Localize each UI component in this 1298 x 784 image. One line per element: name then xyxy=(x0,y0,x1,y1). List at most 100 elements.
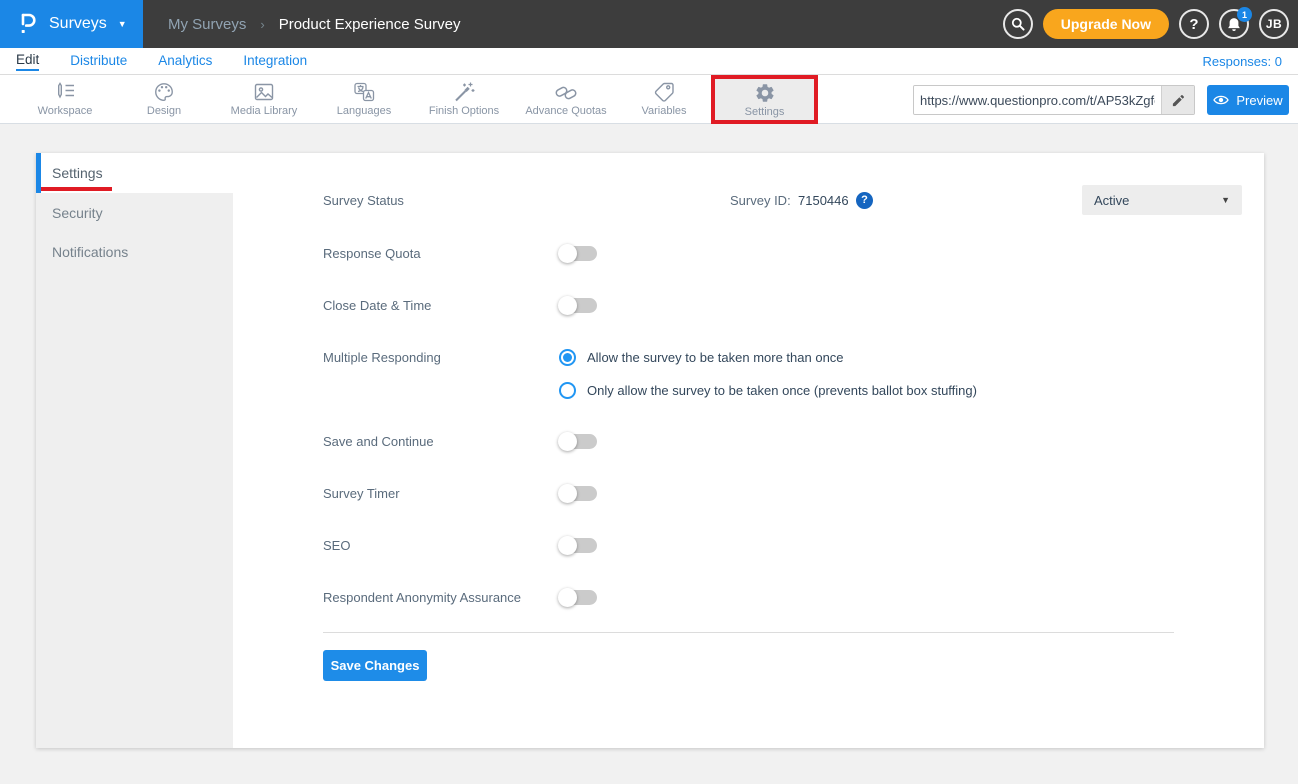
seo-label: SEO xyxy=(323,538,559,553)
sidebar-item-label: Settings xyxy=(52,165,103,181)
survey-timer-row: Survey Timer xyxy=(36,478,1264,508)
anonymity-toggle[interactable] xyxy=(559,590,597,605)
close-date-label: Close Date & Time xyxy=(323,298,559,313)
anonymity-label: Respondent Anonymity Assurance xyxy=(323,590,559,605)
languages-icon xyxy=(352,81,376,103)
survey-id-label: Survey ID: xyxy=(730,193,791,208)
help-button[interactable]: ? xyxy=(1179,9,1209,39)
chevron-down-icon: ▼ xyxy=(1221,195,1230,205)
anonymity-row: Respondent Anonymity Assurance xyxy=(36,582,1264,612)
toolbar-item-variables[interactable]: Variables xyxy=(616,75,712,123)
toolbar-label: Design xyxy=(147,105,181,117)
chevron-down-icon: ▼ xyxy=(118,19,127,29)
tab-edit[interactable]: Edit xyxy=(16,52,39,71)
toolbar-label: Settings xyxy=(745,106,785,118)
preview-label: Preview xyxy=(1236,93,1282,108)
toggle-knob xyxy=(558,484,577,503)
product-switcher[interactable]: Surveys ▼ xyxy=(0,0,143,48)
page-title: Product Experience Survey xyxy=(279,16,461,33)
form-divider xyxy=(323,632,1174,633)
media-library-icon xyxy=(252,81,276,103)
toolbar-item-media-library[interactable]: Media Library xyxy=(216,75,312,123)
survey-id-value: 7150446 xyxy=(798,193,849,208)
save-changes-button[interactable]: Save Changes xyxy=(323,650,427,681)
advance-quotas-icon xyxy=(554,81,578,103)
tab-analytics[interactable]: Analytics xyxy=(158,53,212,70)
eye-icon xyxy=(1213,94,1229,106)
toolbar-item-languages[interactable]: Languages xyxy=(316,75,412,123)
toggle-knob xyxy=(558,296,577,315)
survey-status-label: Survey Status xyxy=(323,193,559,208)
toolbar-item-settings[interactable]: Settings xyxy=(715,79,814,120)
workspace-icon xyxy=(53,81,77,103)
radio-option-multiple-allowed[interactable]: Allow the survey to be taken more than o… xyxy=(559,342,844,372)
survey-url-input[interactable] xyxy=(914,86,1161,114)
breadcrumb: My Surveys › Product Experience Survey xyxy=(168,16,460,33)
edit-toolbar: Workspace Design Media Library Languages xyxy=(0,75,1298,124)
settings-card: Settings Security Notifications Survey S… xyxy=(36,153,1264,748)
sidebar-list: Security Notifications xyxy=(36,193,233,748)
radio-option-label: Allow the survey to be taken more than o… xyxy=(587,350,844,365)
toolbar-label: Workspace xyxy=(38,105,93,117)
notifications-button[interactable]: 1 xyxy=(1219,9,1249,39)
tab-distribute[interactable]: Distribute xyxy=(70,53,127,70)
search-button[interactable] xyxy=(1003,9,1033,39)
survey-status-select[interactable]: Active ▼ xyxy=(1082,185,1242,215)
tab-integration[interactable]: Integration xyxy=(243,53,307,70)
save-and-continue-row: Save and Continue xyxy=(36,426,1264,456)
breadcrumb-separator: › xyxy=(260,17,264,32)
seo-row: SEO xyxy=(36,530,1264,560)
toggle-knob xyxy=(558,588,577,607)
top-header: Surveys ▼ My Surveys › Product Experienc… xyxy=(0,0,1298,48)
header-actions: Upgrade Now ? 1 JB xyxy=(1003,9,1298,39)
variables-tag-icon xyxy=(652,81,676,103)
survey-url-group xyxy=(913,85,1195,115)
design-palette-icon xyxy=(152,81,176,103)
settings-gear-icon xyxy=(753,82,777,104)
breadcrumb-my-surveys[interactable]: My Surveys xyxy=(168,16,246,33)
toolbar-label: Variables xyxy=(641,105,686,117)
seo-toggle[interactable] xyxy=(559,538,597,553)
response-quota-toggle[interactable] xyxy=(559,246,597,261)
survey-status-row: Survey Status Active ▼ Survey ID: 715044… xyxy=(36,185,1264,215)
close-date-row: Close Date & Time xyxy=(36,290,1264,320)
pencil-icon xyxy=(1171,93,1186,108)
survey-timer-toggle[interactable] xyxy=(559,486,597,501)
toolbar-item-workspace[interactable]: Workspace xyxy=(17,75,113,123)
search-icon xyxy=(1010,16,1026,32)
product-name: Surveys xyxy=(49,15,107,33)
edit-url-button[interactable] xyxy=(1161,86,1194,114)
notification-badge: 1 xyxy=(1237,7,1252,22)
response-quota-label: Response Quota xyxy=(323,246,559,261)
toolbar-label: Media Library xyxy=(231,105,298,117)
survey-timer-label: Survey Timer xyxy=(323,486,559,501)
toggle-knob xyxy=(558,432,577,451)
toolbar-item-design[interactable]: Design xyxy=(116,75,212,123)
radio-option-label: Only allow the survey to be taken once (… xyxy=(587,383,977,398)
responses-count: Responses: 0 xyxy=(1203,54,1283,69)
survey-status-value: Active xyxy=(1094,193,1129,208)
radio-option-once-only[interactable]: Only allow the survey to be taken once (… xyxy=(559,375,977,405)
multiple-responding-label: Multiple Responding xyxy=(323,350,559,365)
main-content: Settings Security Notifications Survey S… xyxy=(0,124,1298,784)
questionpro-logo xyxy=(16,11,40,37)
close-date-toggle[interactable] xyxy=(559,298,597,313)
finish-options-icon xyxy=(452,81,476,103)
save-and-continue-label: Save and Continue xyxy=(323,434,559,449)
response-quota-row: Response Quota xyxy=(36,238,1264,268)
toolbar-label: Advance Quotas xyxy=(525,105,606,117)
settings-highlight-box: Settings xyxy=(711,75,818,124)
toolbar-item-finish-options[interactable]: Finish Options xyxy=(416,75,512,123)
radio-selected-icon xyxy=(559,349,576,366)
survey-nav: Edit Distribute Analytics Integration Re… xyxy=(0,48,1298,75)
preview-button[interactable]: Preview xyxy=(1207,85,1289,115)
toolbar-label: Finish Options xyxy=(429,105,499,117)
survey-id-help-icon[interactable]: ? xyxy=(856,192,873,209)
save-and-continue-toggle[interactable] xyxy=(559,434,597,449)
toggle-knob xyxy=(558,536,577,555)
toolbar-item-advance-quotas[interactable]: Advance Quotas xyxy=(518,75,614,123)
upgrade-now-button[interactable]: Upgrade Now xyxy=(1043,9,1169,39)
toggle-knob xyxy=(558,244,577,263)
question-mark-icon: ? xyxy=(1189,16,1198,33)
user-avatar[interactable]: JB xyxy=(1259,9,1289,39)
